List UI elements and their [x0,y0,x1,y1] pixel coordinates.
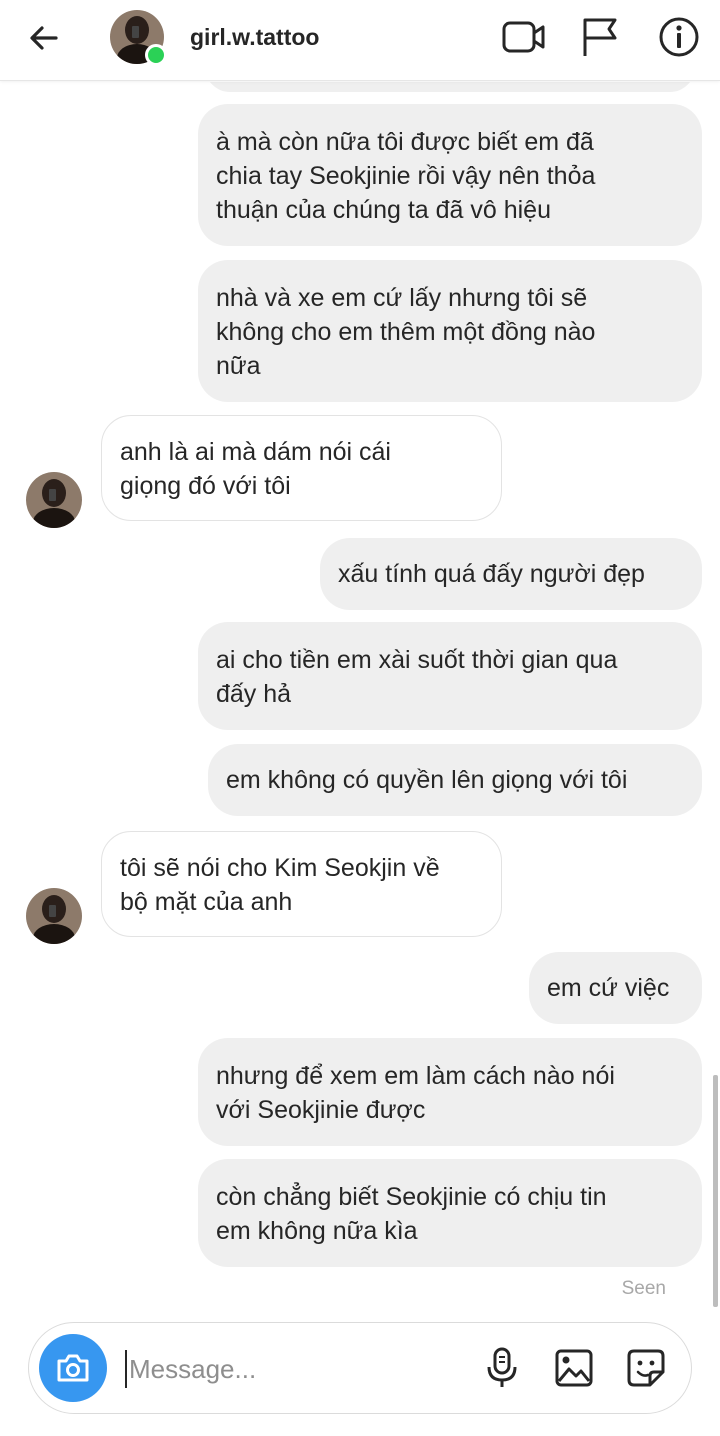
message-line: xấu tính quá đấy người đẹp [338,560,645,588]
message-input[interactable] [129,1347,459,1391]
message-bubble-outgoing[interactable]: còn chẳng biết Seokjinie có chịu tin em … [198,1159,702,1267]
message-line: chia tay Seokjinie rồi vậy nên thỏa [216,162,596,190]
message-bubble-outgoing[interactable]: nhà và xe em cứ lấy nhưng tôi sẽ không c… [198,260,702,402]
message-line: nhưng để xem em làm cách nào nói [216,1062,615,1090]
message-line: tôi sẽ nói cho Kim Seokjin về [120,854,440,882]
message-bubble-outgoing[interactable]: xấu tính quá đấy người đẹp [320,538,702,610]
message-bubble-outgoing[interactable]: ai cho tiền em xài suốt thời gian qua đấ… [198,622,702,730]
message-line: không cho em thêm một đồng nào [216,318,596,346]
back-arrow-icon [30,26,58,50]
message-bubble-outgoing[interactable]: em cứ việc [529,952,702,1024]
video-call-button[interactable] [500,14,548,60]
message-line: còn chẳng biết Seokjinie có chịu tin [216,1183,607,1211]
sender-avatar[interactable] [26,888,82,944]
message-bubble-incoming[interactable]: tôi sẽ nói cho Kim Seokjin về bộ mặt của… [101,831,502,937]
message-line: anh là ai mà dám nói cái [120,438,391,466]
message-line: ai cho tiền em xài suốt thời gian qua [216,646,618,674]
sticker-icon [627,1349,665,1387]
contact-username[interactable]: girl.w.tattoo [190,24,319,51]
flag-icon [583,18,617,56]
previous-message-bubble[interactable] [205,82,695,92]
back-button[interactable] [22,18,66,58]
message-thread[interactable]: à mà còn nữa tôi được biết em đã chia ta… [0,82,720,1312]
message-line: thuận của chúng ta đã vô hiệu [216,196,551,224]
message-line: giọng đó với tôi [120,472,291,500]
message-line: đấy hả [216,680,292,708]
text-caret [125,1350,127,1388]
sender-avatar[interactable] [26,472,82,528]
gallery-icon [555,1349,593,1387]
message-line: nữa [216,352,261,380]
message-composer [28,1322,692,1414]
message-bubble-outgoing[interactable]: à mà còn nữa tôi được biết em đã chia ta… [198,104,702,246]
info-icon [659,17,699,57]
message-line: em không nữa kìa [216,1217,418,1245]
video-call-icon [502,21,545,53]
thread-scrollbar[interactable] [713,1075,718,1307]
message-bubble-outgoing[interactable]: em không có quyền lên giọng với tôi [208,744,702,816]
camera-button[interactable] [39,1334,107,1402]
chat-header: girl.w.tattoo [0,0,720,81]
online-status-dot [145,44,167,66]
microphone-icon [487,1347,517,1387]
message-line: em cứ việc [547,974,670,1002]
conversation-info-button[interactable] [655,14,703,60]
message-line: với Seokjinie được [216,1096,426,1124]
message-bubble-outgoing[interactable]: nhưng để xem em làm cách nào nói với Seo… [198,1038,702,1146]
message-line: à mà còn nữa tôi được biết em đã [216,128,594,156]
seen-indicator: Seen [621,1278,666,1299]
message-line: nhà và xe em cứ lấy nhưng tôi sẽ [216,284,588,312]
gallery-button[interactable] [549,1343,599,1393]
message-bubble-incoming[interactable]: anh là ai mà dám nói cái giọng đó với tô… [101,415,502,521]
camera-icon [57,1354,89,1382]
report-button[interactable] [576,14,624,60]
sticker-button[interactable] [621,1343,671,1393]
voice-message-button[interactable] [477,1343,527,1393]
message-line: bộ mặt của anh [120,888,293,916]
message-line: em không có quyền lên giọng với tôi [226,766,628,794]
